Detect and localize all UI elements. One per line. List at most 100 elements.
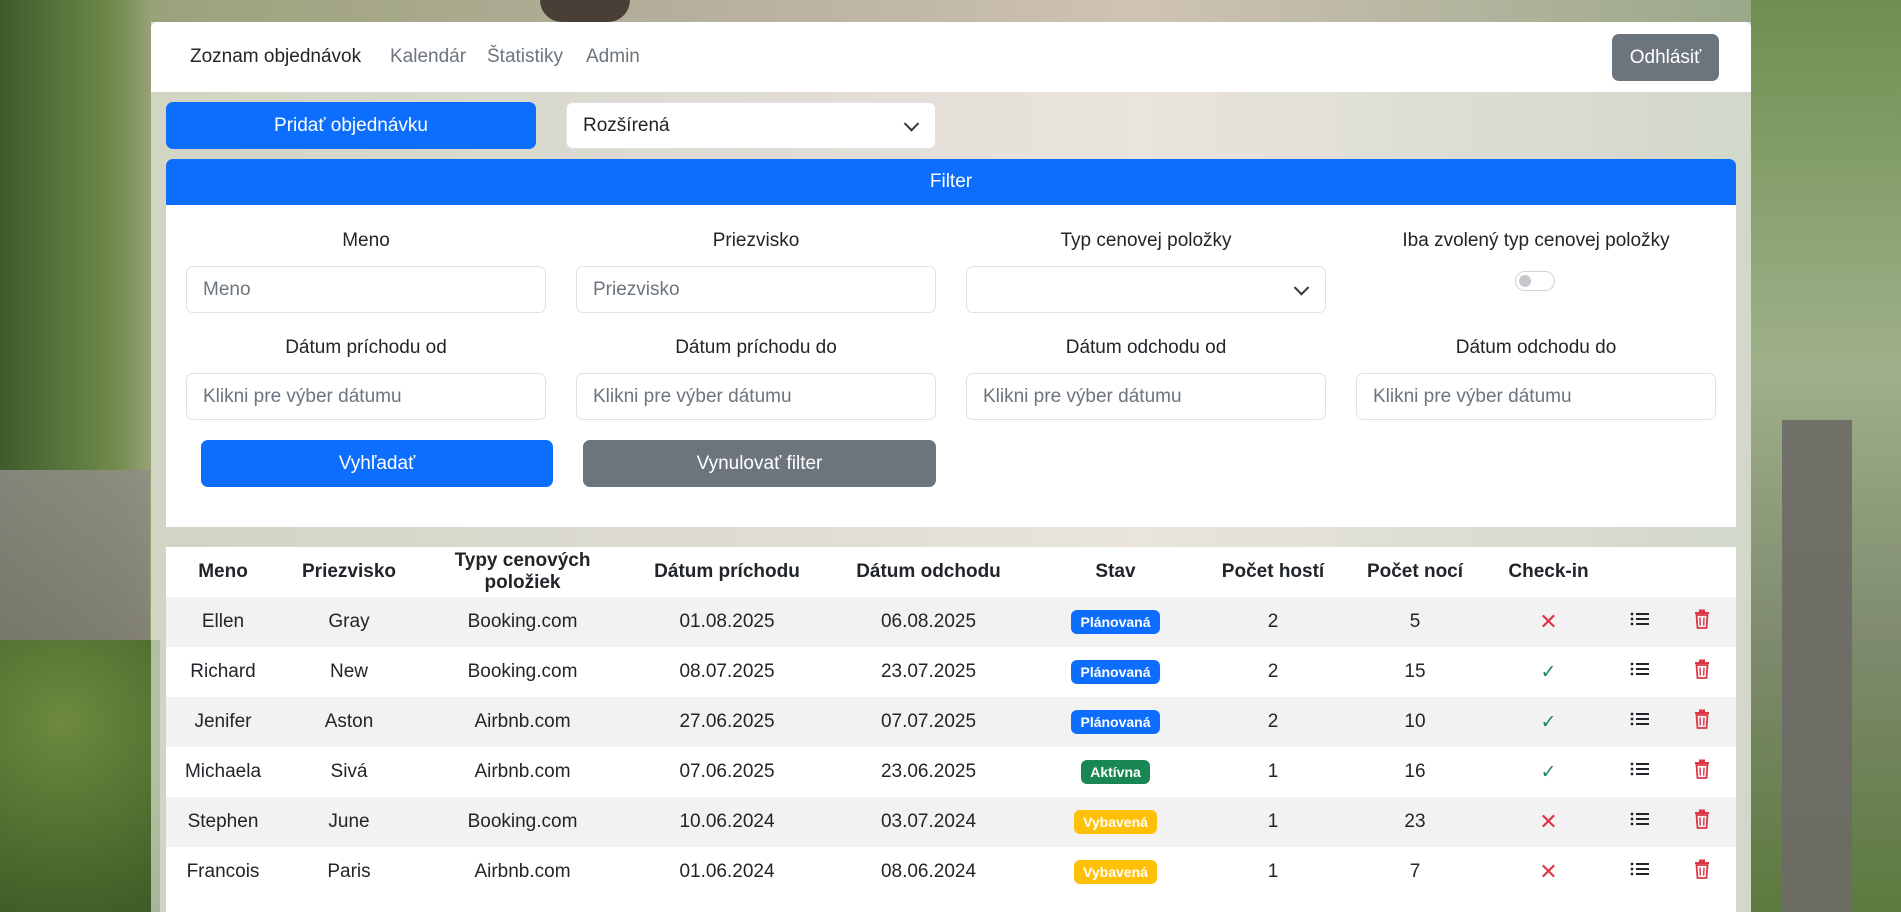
orders-table-container: Meno Priezvisko Typy cenových položiek D… bbox=[166, 547, 1736, 912]
price-type-cell: Booking.com bbox=[418, 597, 627, 647]
nav-link-statistics[interactable]: Štatistiky bbox=[487, 46, 563, 68]
status-cell: Vybavená bbox=[1030, 847, 1201, 897]
only-selected-toggle[interactable] bbox=[1515, 271, 1555, 291]
list-icon[interactable] bbox=[1630, 611, 1650, 633]
first-name-cell: Jenifer bbox=[166, 697, 280, 747]
view-mode-select[interactable]: Rozšírená bbox=[566, 102, 936, 149]
nights-cell: 5 bbox=[1345, 597, 1485, 647]
orders-table-body: Ellen Gray Booking.com 01.08.2025 06.08.2025… bbox=[166, 597, 1736, 897]
status-badge: Plánovaná bbox=[1071, 660, 1160, 684]
reset-filter-button[interactable]: Vynulovať filter bbox=[583, 440, 936, 487]
nav-link-calendar[interactable]: Kalendár bbox=[390, 46, 466, 68]
details-cell bbox=[1612, 697, 1668, 747]
checkin-cell: ✕ bbox=[1485, 847, 1612, 897]
background-roof bbox=[540, 0, 630, 22]
table-row[interactable]: Richard New Booking.com 08.07.2025 23.07.202… bbox=[166, 647, 1736, 697]
check-icon: ✓ bbox=[1540, 761, 1557, 783]
nav-link-orders[interactable]: Zoznam objednávok bbox=[190, 46, 361, 68]
check-icon: ✓ bbox=[1540, 711, 1557, 733]
guests-cell: 1 bbox=[1201, 797, 1345, 847]
price-type-cell: Airbnb.com bbox=[418, 697, 627, 747]
column-header-last-name[interactable]: Priezvisko bbox=[280, 547, 418, 597]
last-name-cell: June bbox=[280, 797, 418, 847]
departure-to-input[interactable] bbox=[1356, 373, 1716, 420]
only-selected-label: Iba zvolený typ cenovej položky bbox=[1402, 230, 1670, 251]
logout-button[interactable]: Odhlásiť bbox=[1612, 34, 1719, 81]
departure-date-cell: 07.07.2025 bbox=[827, 697, 1030, 747]
column-header-arrival[interactable]: Dátum príchodu bbox=[627, 547, 827, 597]
list-icon[interactable] bbox=[1630, 861, 1650, 883]
column-header-departure[interactable]: Dátum odchodu bbox=[827, 547, 1030, 597]
arrival-date-cell: 07.06.2025 bbox=[679, 761, 775, 782]
status-cell: Plánovaná bbox=[1030, 697, 1201, 747]
last-name-cell: Aston bbox=[280, 697, 418, 747]
table-row[interactable]: Stephen June Booking.com 10.06.2024 03.07.20… bbox=[166, 797, 1736, 847]
background-post bbox=[1782, 420, 1852, 912]
search-button[interactable]: Vyhľadať bbox=[201, 440, 553, 487]
departure-date-cell: 03.07.2024 bbox=[827, 797, 1030, 847]
column-header-first-name[interactable]: Meno bbox=[166, 547, 280, 597]
column-header-status[interactable]: Stav bbox=[1030, 547, 1201, 597]
delete-cell bbox=[1668, 747, 1736, 797]
column-header-price-types[interactable]: Typy cenových položiek bbox=[418, 547, 627, 597]
trash-icon[interactable] bbox=[1694, 859, 1710, 885]
view-mode-value: Rozšírená bbox=[583, 114, 670, 136]
trash-icon[interactable] bbox=[1694, 659, 1710, 685]
arrival-to-input[interactable] bbox=[576, 373, 936, 420]
check-icon: ✓ bbox=[1540, 661, 1557, 683]
list-icon[interactable] bbox=[1630, 711, 1650, 733]
checkin-cell: ✓ bbox=[1485, 697, 1612, 747]
guests-cell: 1 bbox=[1267, 861, 1279, 882]
table-row[interactable]: Francois Paris Airbnb.com 01.06.2024 08.06.2… bbox=[166, 847, 1736, 897]
trash-icon[interactable] bbox=[1694, 709, 1710, 735]
column-header-guests[interactable]: Počet hostí bbox=[1201, 547, 1345, 597]
delete-cell bbox=[1668, 697, 1736, 747]
arrival-from-label: Dátum príchodu od bbox=[285, 337, 447, 358]
table-header-row: Meno Priezvisko Typy cenových položiek D… bbox=[166, 547, 1736, 597]
details-cell bbox=[1612, 797, 1668, 847]
column-header-checkin[interactable]: Check-in bbox=[1485, 547, 1612, 597]
trash-icon[interactable] bbox=[1694, 609, 1710, 635]
first-name-cell: Francois bbox=[186, 861, 260, 882]
status-cell: Plánovaná bbox=[1030, 647, 1201, 697]
arrival-from-input[interactable] bbox=[186, 373, 546, 420]
column-header-nights[interactable]: Počet nocí bbox=[1345, 547, 1485, 597]
departure-date-cell: 23.07.2025 bbox=[880, 661, 977, 682]
cross-icon: ✕ bbox=[1539, 859, 1558, 884]
arrival-date-cell: 01.06.2024 bbox=[679, 861, 775, 882]
departure-date-cell: 06.08.2025 bbox=[827, 597, 1030, 647]
nights-cell: 23 bbox=[1345, 797, 1485, 847]
details-cell bbox=[1612, 747, 1668, 797]
last-name-cell: Sivá bbox=[330, 761, 368, 782]
cross-icon: ✕ bbox=[1539, 809, 1558, 834]
list-icon[interactable] bbox=[1630, 661, 1650, 683]
first-name-cell: Richard bbox=[190, 661, 256, 682]
checkin-cell: ✕ bbox=[1485, 597, 1612, 647]
trash-icon[interactable] bbox=[1694, 759, 1710, 785]
arrival-to-label: Dátum príchodu do bbox=[675, 337, 837, 358]
delete-cell bbox=[1668, 797, 1736, 847]
trash-icon[interactable] bbox=[1694, 809, 1710, 835]
departure-from-input[interactable] bbox=[966, 373, 1326, 420]
list-icon[interactable] bbox=[1630, 761, 1650, 783]
delete-cell bbox=[1668, 647, 1736, 697]
status-badge: Vybavená bbox=[1074, 860, 1157, 884]
price-type-select[interactable] bbox=[966, 266, 1326, 313]
filter-header[interactable]: Filter bbox=[166, 159, 1736, 205]
nav-link-admin[interactable]: Admin bbox=[586, 46, 640, 68]
add-order-button[interactable]: Pridať objednávku bbox=[166, 102, 536, 149]
first-name-input[interactable] bbox=[186, 266, 546, 313]
table-row[interactable]: Michaela Sivá Airbnb.com 07.06.2025 23.06.20… bbox=[166, 747, 1736, 797]
nights-cell: 16 bbox=[1404, 761, 1426, 782]
arrival-date-cell: 08.07.2025 bbox=[679, 661, 775, 682]
status-cell: Aktívna bbox=[1030, 747, 1201, 797]
last-name-input[interactable] bbox=[576, 266, 936, 313]
list-icon[interactable] bbox=[1630, 811, 1650, 833]
table-row[interactable]: Jenifer Aston Airbnb.com 27.06.2025 07.07.20… bbox=[166, 697, 1736, 747]
status-badge: Vybavená bbox=[1074, 810, 1157, 834]
navbar: Zoznam objednávok Kalendár Štatistiky Ad… bbox=[151, 22, 1751, 92]
nights-cell: 7 bbox=[1409, 861, 1421, 882]
status-cell: Plánovaná bbox=[1030, 597, 1201, 647]
table-row[interactable]: Ellen Gray Booking.com 01.08.2025 06.08.2025… bbox=[166, 597, 1736, 647]
chevron-down-icon bbox=[1293, 279, 1310, 296]
